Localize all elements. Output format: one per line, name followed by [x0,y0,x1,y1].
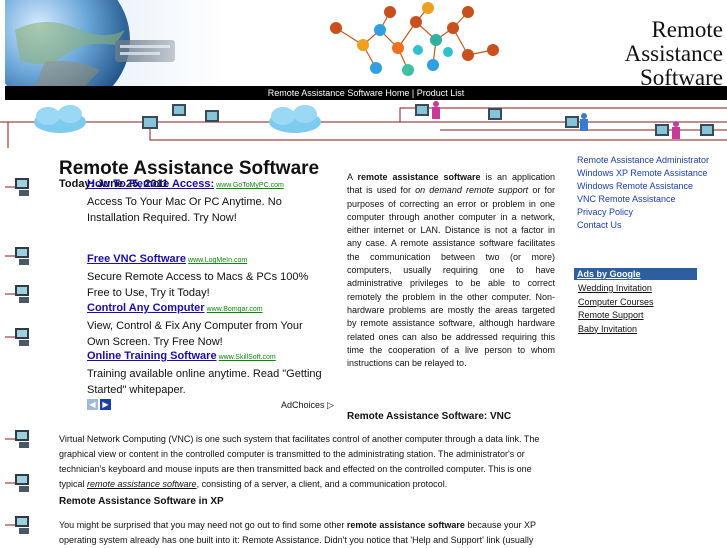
sidebar-links: Remote Assistance Administrator Windows … [577,154,727,232]
globe-graphic [5,0,225,86]
ad-domain-link[interactable]: www.Bomgar.com [207,306,263,313]
ad-item: Online Training Software www.SkillSoft.co… [87,348,327,398]
ad-title-link[interactable]: Online Training Software [87,350,217,362]
nav-separator: | [409,88,417,98]
sidebar-ad-links: Wedding Invitation Computer Courses Remo… [578,282,654,336]
ads-by-google-header[interactable]: Ads by Google [574,268,697,280]
intro-keyword: remote assistance software [357,172,481,182]
vnc-text: , consisting of a server, a client, and … [196,479,448,489]
nav-home-link[interactable]: Remote Assistance Software Home [268,88,410,98]
ad-domain-link[interactable]: www.SkillSoft.com [219,354,276,361]
xp-keyword: remote assistance software [346,520,465,530]
prev-arrow-icon[interactable]: ◀ [87,399,98,410]
computer-icon [5,285,29,303]
section-heading-vnc: Remote Assistance Software: VNC [347,411,512,422]
person-icon [432,101,680,139]
computer-icon [5,328,29,346]
intro-emphasis: on demand remote support [415,185,529,196]
intro-text: or for purposes of correcting an error o… [347,185,555,369]
xp-text: You might be surprised that you may need… [59,520,347,530]
ad-text: Access To Your Mac Or PC Anytime. No Ins… [87,196,282,224]
remote-assistance-link[interactable]: remote assistance software [87,479,197,489]
vnc-paragraph: Virtual Network Computing (VNC) is one s… [59,432,556,492]
ad-pager: ◀ ▶ [87,399,113,417]
cloud-icon-left [34,105,86,133]
sidebar-link-contact-us[interactable]: Contact Us [577,219,727,232]
ad-title-link[interactable]: Control Any Computer [87,302,205,314]
sidebar-link-windows-remote-assistance[interactable]: Windows Remote Assistance [577,180,727,193]
sidebar-ad-remote-support[interactable]: Remote Support [578,309,654,323]
site-title-line-1: Remote [651,17,723,42]
adchoices-icon: ▷ [327,400,334,410]
site-title: Remote Assistance Software [624,17,723,87]
computer-icon [142,104,714,136]
computer-icon [5,178,29,196]
computer-icon [5,474,29,492]
computer-icon [5,516,29,534]
computer-icon [5,247,29,265]
computer-icon [5,430,29,448]
section-heading-xp: Remote Assistance Software in XP [59,496,224,507]
ad-domain-link[interactable]: www.GoToMyPC.com [216,182,284,189]
top-nav: Remote Assistance Software Home | Produc… [5,86,727,100]
intro-paragraph: A remote assistance software is an appli… [347,171,555,370]
intro-text: A [347,172,358,182]
sidebar-link-windows-xp-remote-assistance[interactable]: Windows XP Remote Assistance [577,167,727,180]
sidebar-link-remote-assistance-administrator[interactable]: Remote Assistance Administrator [577,154,727,167]
sidebar-ad-baby-invitation[interactable]: Baby Invitation [578,323,654,337]
ad-text: Secure Remote Access to Macs & PCs 100% … [87,271,309,299]
sidebar-ad-computer-courses[interactable]: Computer Courses [578,296,654,310]
adchoices-link[interactable]: AdChoices ▷ [281,400,334,411]
site-title-line-2: Assistance [624,41,723,66]
ad-item: Control Any Computer www.Bomgar.com View,… [87,300,327,350]
site-title-line-3: Software [639,65,723,87]
ad-text: View, Control & Fix Any Computer from Yo… [87,320,303,348]
ad-domain-link[interactable]: www.LogMeIn.com [188,257,247,264]
xp-paragraph: You might be surprised that you may need… [59,518,556,548]
next-arrow-icon[interactable]: ▶ [100,399,111,410]
header-banner: Remote Assistance Software [0,0,727,86]
network-diagram [0,101,727,148]
nav-products-link[interactable]: Product List [417,88,465,98]
cloud-icon-right [269,105,321,133]
sidebar: Remote Assistance Administrator Windows … [577,154,727,232]
sidebar-ad-wedding-invitation[interactable]: Wedding Invitation [578,282,654,296]
sidebar-link-vnc-remote-assistance[interactable]: VNC Remote Assistance [577,193,727,206]
ad-title-link[interactable]: How To Remote Access: [87,178,214,190]
ad-item: Free VNC Software www.LogMeIn.com Secure … [87,251,327,301]
ad-text: Training available online anytime. Read … [87,368,322,396]
molecule-graphic [330,2,499,76]
ad-title-link[interactable]: Free VNC Software [87,253,186,265]
sidebar-link-privacy-policy[interactable]: Privacy Policy [577,206,727,219]
ad-item: How To Remote Access: www.GoToMyPC.com Ac… [87,176,327,226]
adchoices-label: AdChoices [281,400,325,410]
